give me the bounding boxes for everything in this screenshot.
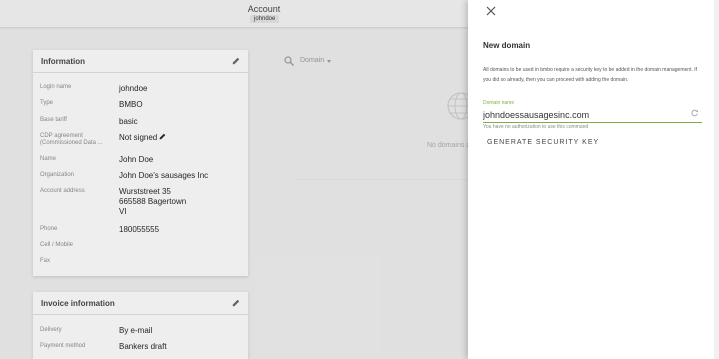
panel-description: All domains to be used in bmbo require a…: [483, 67, 698, 83]
dim-overlay[interactable]: [0, 0, 468, 359]
domain-name-input[interactable]: [483, 108, 702, 123]
refresh-icon[interactable]: [691, 109, 699, 117]
domain-name-label: Domain name: [483, 100, 515, 106]
new-domain-panel: New domain All domains to be used in bmb…: [468, 0, 719, 359]
authorization-hint: You have no authorization to use this co…: [483, 124, 589, 130]
panel-title: New domain: [483, 41, 531, 50]
scrollbar[interactable]: [714, 0, 719, 359]
close-icon[interactable]: [486, 6, 496, 16]
generate-security-key-button[interactable]: GENERATE SECURITY KEY: [487, 139, 599, 146]
